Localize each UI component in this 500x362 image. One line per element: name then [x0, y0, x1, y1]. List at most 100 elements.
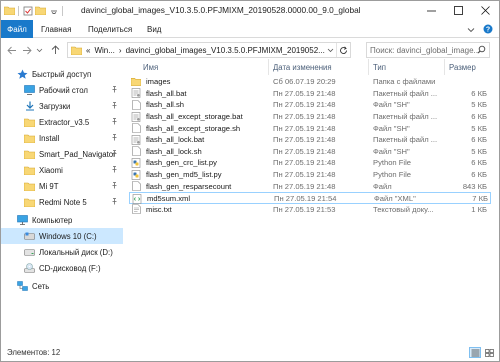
- file-size: 6 КБ: [471, 158, 487, 168]
- search-placeholder: Поиск: davinci_global_image...: [370, 45, 481, 55]
- nav-drive-c[interactable]: Windows 10 (C:): [1, 228, 123, 244]
- address-history-dropdown[interactable]: [324, 43, 336, 57]
- file-row[interactable]: flash_all.bat Пн 27.05.19 21:48 Пакетный…: [129, 88, 491, 100]
- tab-share[interactable]: Поделиться: [88, 20, 132, 38]
- breadcrumb-separator[interactable]: ›: [119, 46, 122, 55]
- close-button[interactable]: [472, 1, 499, 19]
- nav-item-desktop[interactable]: Рабочий стол: [1, 82, 123, 98]
- back-button[interactable]: [5, 43, 19, 57]
- desktop-icon: [24, 85, 35, 96]
- file-type: Текстовый доку...: [373, 204, 434, 214]
- file-row[interactable]: images Сб 06.07.19 20:29 Папка с файлами: [129, 76, 491, 88]
- nav-label: Быстрый доступ: [32, 69, 92, 79]
- close-icon: [481, 5, 490, 15]
- window-title: davinci_global_images_V10.3.5.0.PFJMIXM_…: [81, 5, 361, 15]
- breadcrumb-segment[interactable]: davinci_global_images_V10.3.5.0.PFJMIXM_…: [126, 46, 325, 55]
- file-type: Пакетный файл ...: [373, 135, 438, 145]
- file-size: 5 КБ: [471, 146, 487, 156]
- column-name[interactable]: Имя: [129, 59, 269, 75]
- column-size[interactable]: Размер: [445, 59, 491, 75]
- file-row[interactable]: flash_all_except_storage.sh Пн 27.05.19 …: [129, 122, 491, 134]
- status-bar: Элементов: 12: [1, 345, 499, 361]
- nav-quick-access[interactable]: Быстрый доступ: [1, 66, 123, 82]
- nav-label: Install: [39, 133, 60, 143]
- file-type: Файл "SH": [373, 123, 410, 133]
- file-name: flash_all_except_storage.sh: [146, 123, 241, 133]
- nav-item-mi-9t[interactable]: Mi 9T: [1, 178, 123, 194]
- tab-file[interactable]: Файл: [1, 20, 33, 38]
- folder-icon: [131, 77, 141, 87]
- file-row[interactable]: flash_gen_crc_list.py Пн 27.05.19 21:48 …: [129, 157, 491, 169]
- file-row[interactable]: misc.txt Пн 27.05.19 21:53 Текстовый док…: [129, 204, 491, 216]
- file-name: images: [146, 77, 171, 87]
- maximize-button[interactable]: [445, 1, 472, 19]
- recent-locations-button[interactable]: [34, 43, 44, 57]
- search-input[interactable]: Поиск: davinci_global_image...: [366, 42, 490, 58]
- refresh-icon: [340, 46, 347, 54]
- column-type[interactable]: Тип: [369, 59, 445, 75]
- nav-item-redmi-note-5[interactable]: Redmi Note 5: [1, 194, 123, 210]
- up-button[interactable]: [48, 43, 62, 57]
- properties-icon[interactable]: [22, 5, 33, 16]
- file-icon: [131, 100, 141, 110]
- tab-home[interactable]: Главная: [41, 20, 71, 38]
- file-date: Пн 27.05.19 21:48: [273, 146, 336, 156]
- pin-icon: [111, 134, 118, 143]
- file-row[interactable]: flash_all_lock.bat Пн 27.05.19 21:48 Пак…: [129, 134, 491, 146]
- file-date: Пн 27.05.19 21:48: [273, 100, 336, 110]
- file-type: Папка с файлами: [373, 77, 436, 87]
- bat-file-icon: [131, 134, 141, 145]
- item-count: Элементов: 12: [7, 348, 61, 357]
- file-name: flash_all_except_storage.bat: [146, 112, 243, 122]
- forward-button[interactable]: [20, 43, 34, 57]
- nav-label: Локальный диск (D:): [39, 247, 113, 257]
- file-row[interactable]: flash_gen_md5_list.py Пн 27.05.19 21:48 …: [129, 169, 491, 181]
- folder-icon: [24, 165, 35, 176]
- minimize-button[interactable]: [418, 1, 445, 19]
- file-date: Пн 27.05.19 21:48: [273, 158, 336, 168]
- large-icons-view-button[interactable]: [483, 347, 495, 358]
- file-row-selected[interactable]: md5sum.xml Пн 27.05.19 21:54 Файл "XML" …: [129, 192, 491, 204]
- column-date[interactable]: Дата изменения: [269, 59, 369, 75]
- folder-icon: [24, 149, 35, 160]
- python-file-icon: [131, 169, 141, 180]
- nav-drive-f[interactable]: CD-дисковод (F:): [1, 260, 123, 276]
- file-row[interactable]: flash_all_except_storage.bat Пн 27.05.19…: [129, 111, 491, 123]
- address-overflow[interactable]: «: [86, 46, 90, 55]
- file-icon: [131, 181, 141, 191]
- file-size: 5 КБ: [471, 123, 487, 133]
- file-name: flash_all.bat: [146, 88, 187, 98]
- help-icon[interactable]: ?: [483, 24, 493, 36]
- nav-label: Extractor_v3.5: [39, 117, 90, 127]
- nav-item-smart-pad-navigator[interactable]: Smart_Pad_Navigator: [1, 146, 123, 162]
- nav-label: Mi 9T: [39, 181, 59, 191]
- pin-icon: [111, 198, 118, 207]
- nav-item-install[interactable]: Install: [1, 130, 123, 146]
- file-row[interactable]: flash_all_lock.sh Пн 27.05.19 21:48 Файл…: [129, 146, 491, 158]
- file-type: Файл "SH": [373, 100, 410, 110]
- refresh-button[interactable]: [336, 43, 350, 57]
- nav-computer[interactable]: Компьютер: [1, 212, 123, 228]
- tab-view[interactable]: Вид: [147, 20, 161, 38]
- nav-drive-d[interactable]: Локальный диск (D:): [1, 244, 123, 260]
- new-folder-icon[interactable]: [35, 5, 46, 16]
- ribbon-tabs: Файл Главная Поделиться Вид ?: [1, 20, 499, 38]
- breadcrumb-segment[interactable]: Win...: [94, 46, 114, 55]
- pin-icon: [111, 150, 118, 159]
- pin-icon: [111, 166, 118, 175]
- drive-c-icon: [24, 231, 35, 242]
- file-row[interactable]: flash_all.sh Пн 27.05.19 21:48 Файл "SH"…: [129, 99, 491, 111]
- large-icons-view-icon: [484, 348, 494, 357]
- file-row[interactable]: flash_gen_resparsecount Пн 27.05.19 21:4…: [129, 180, 491, 192]
- folder-icon[interactable]: [4, 5, 15, 16]
- nav-item-xiaomi[interactable]: Xiaomi: [1, 162, 123, 178]
- nav-network[interactable]: Сеть: [1, 278, 123, 294]
- address-bar[interactable]: « Win... › davinci_global_images_V10.3.5…: [67, 42, 351, 58]
- file-name: flash_all_lock.bat: [146, 135, 205, 145]
- expand-ribbon-icon[interactable]: [467, 26, 475, 35]
- folder-icon: [24, 181, 35, 192]
- nav-item-extractor[interactable]: Extractor_v3.5: [1, 114, 123, 130]
- nav-item-downloads[interactable]: Загрузки: [1, 98, 123, 114]
- details-view-button[interactable]: [469, 347, 481, 358]
- customize-dropdown-icon[interactable]: [48, 5, 59, 16]
